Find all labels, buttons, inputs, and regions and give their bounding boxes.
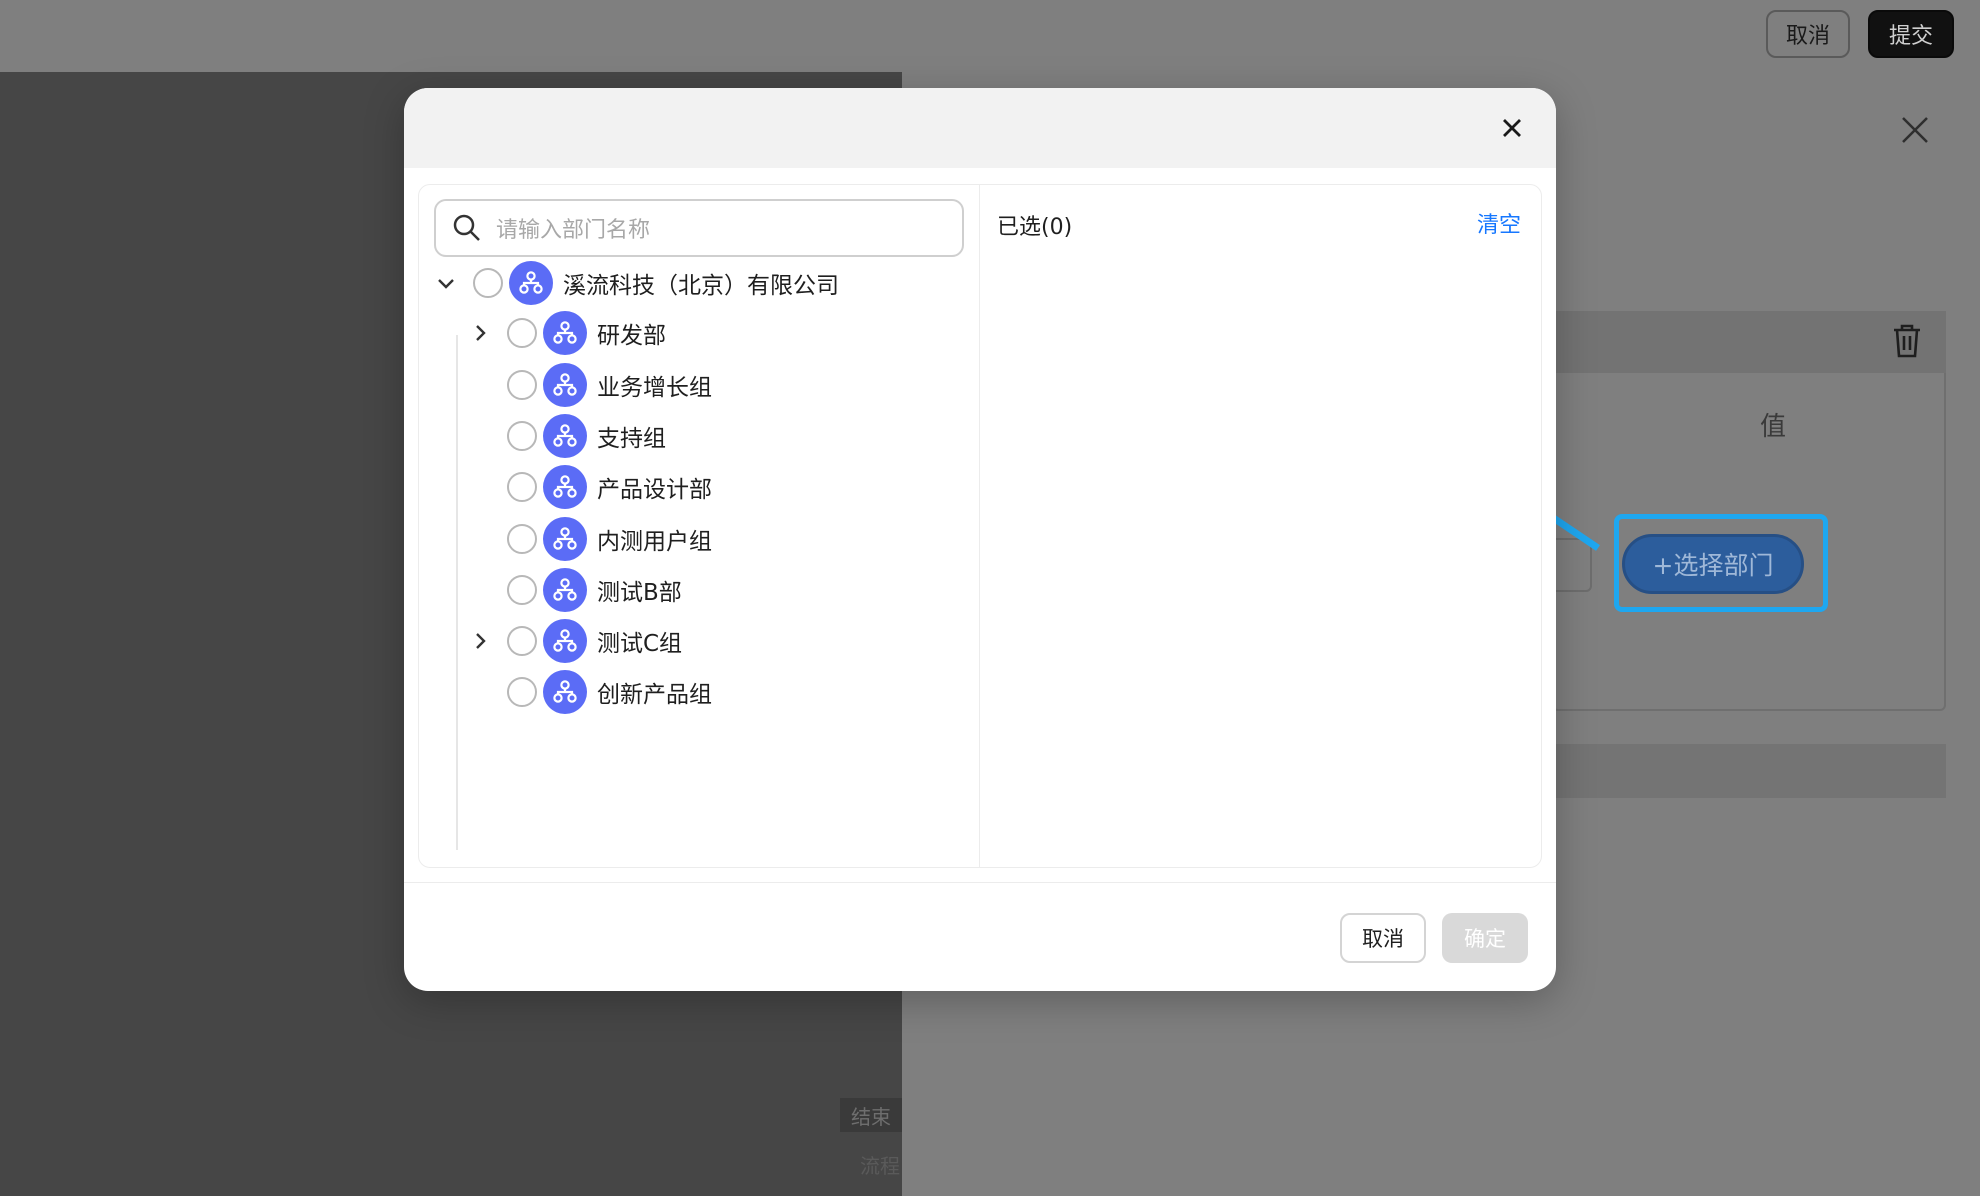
tree-node[interactable]: 产品设计部 — [469, 462, 712, 512]
tree-node-label: 测试C组 — [597, 631, 683, 657]
org-structure-icon — [543, 517, 587, 561]
add-condition-strip[interactable] — [1552, 744, 1946, 798]
tree-node-label: 创新产品组 — [597, 682, 712, 708]
selected-count-title: 已选(0) — [997, 215, 1073, 240]
select-radio[interactable] — [507, 318, 537, 348]
select-radio[interactable] — [507, 472, 537, 502]
highlight-box — [1614, 514, 1828, 612]
condition-card-header — [1552, 311, 1946, 373]
select-radio[interactable] — [507, 575, 537, 605]
org-structure-icon — [543, 311, 587, 355]
tree-node-label: 产品设计部 — [597, 477, 712, 503]
top-bar — [0, 0, 1980, 72]
value-column-label: 值 — [1760, 412, 1787, 442]
department-picker-modal: 请输入部门名称 溪流科技（北京）有限公司研发部业务增长组支持组产品设计部内测用户… — [404, 88, 1556, 991]
search-icon — [452, 213, 482, 247]
tree-node-label: 内测用户组 — [597, 529, 712, 555]
flow-label: 流程 — [860, 1154, 900, 1178]
top-submit-button[interactable]: 提交 — [1868, 10, 1954, 58]
chevron-right-icon[interactable] — [469, 630, 491, 652]
org-structure-icon — [543, 363, 587, 407]
tree-guide-line — [456, 335, 458, 850]
select-radio[interactable] — [507, 421, 537, 451]
tree-node-label: 溪流科技（北京）有限公司 — [563, 273, 839, 299]
tree-node[interactable]: 研发部 — [469, 308, 666, 358]
modal-header — [404, 88, 1556, 168]
org-structure-icon — [543, 619, 587, 663]
modal-close-icon[interactable] — [1494, 110, 1530, 146]
chevron-right-icon[interactable] — [469, 322, 491, 344]
department-search-input[interactable]: 请输入部门名称 — [434, 199, 964, 257]
select-radio[interactable] — [507, 524, 537, 554]
tree-node[interactable]: 创新产品组 — [469, 667, 712, 717]
tree-node[interactable]: 测试B部 — [469, 565, 682, 615]
picker-panel: 请输入部门名称 溪流科技（北京）有限公司研发部业务增长组支持组产品设计部内测用户… — [418, 184, 1542, 868]
modal-confirm-button[interactable]: 确定 — [1442, 913, 1528, 963]
tree-node[interactable]: 支持组 — [469, 411, 666, 461]
chevron-down-icon[interactable] — [435, 272, 457, 294]
footer-divider — [404, 882, 1556, 883]
trash-icon[interactable] — [1890, 322, 1924, 360]
panel-divider — [979, 185, 980, 867]
tree-node[interactable]: 业务增长组 — [469, 360, 712, 410]
tree-node[interactable]: 内测用户组 — [469, 514, 712, 564]
modal-cancel-button[interactable]: 取消 — [1340, 913, 1426, 963]
select-radio[interactable] — [507, 370, 537, 400]
tree-node-label: 研发部 — [597, 323, 666, 349]
org-structure-icon — [509, 261, 553, 305]
tree-node[interactable]: 测试C组 — [469, 616, 682, 666]
tree-node-label: 测试B部 — [597, 580, 682, 606]
clear-selection-link[interactable]: 清空 — [1477, 207, 1521, 239]
drawer-close-icon[interactable] — [1900, 112, 1930, 152]
top-cancel-button[interactable]: 取消 — [1766, 10, 1850, 58]
select-radio[interactable] — [507, 677, 537, 707]
org-structure-icon — [543, 568, 587, 612]
end-node-label: 结束 — [840, 1098, 902, 1132]
tree-node[interactable]: 溪流科技（北京）有限公司 — [435, 258, 839, 308]
select-radio[interactable] — [473, 268, 503, 298]
org-structure-icon — [543, 670, 587, 714]
org-structure-icon — [543, 414, 587, 458]
tree-node-label: 支持组 — [597, 426, 666, 452]
org-structure-icon — [543, 465, 587, 509]
select-radio[interactable] — [507, 626, 537, 656]
tree-node-label: 业务增长组 — [597, 375, 712, 401]
